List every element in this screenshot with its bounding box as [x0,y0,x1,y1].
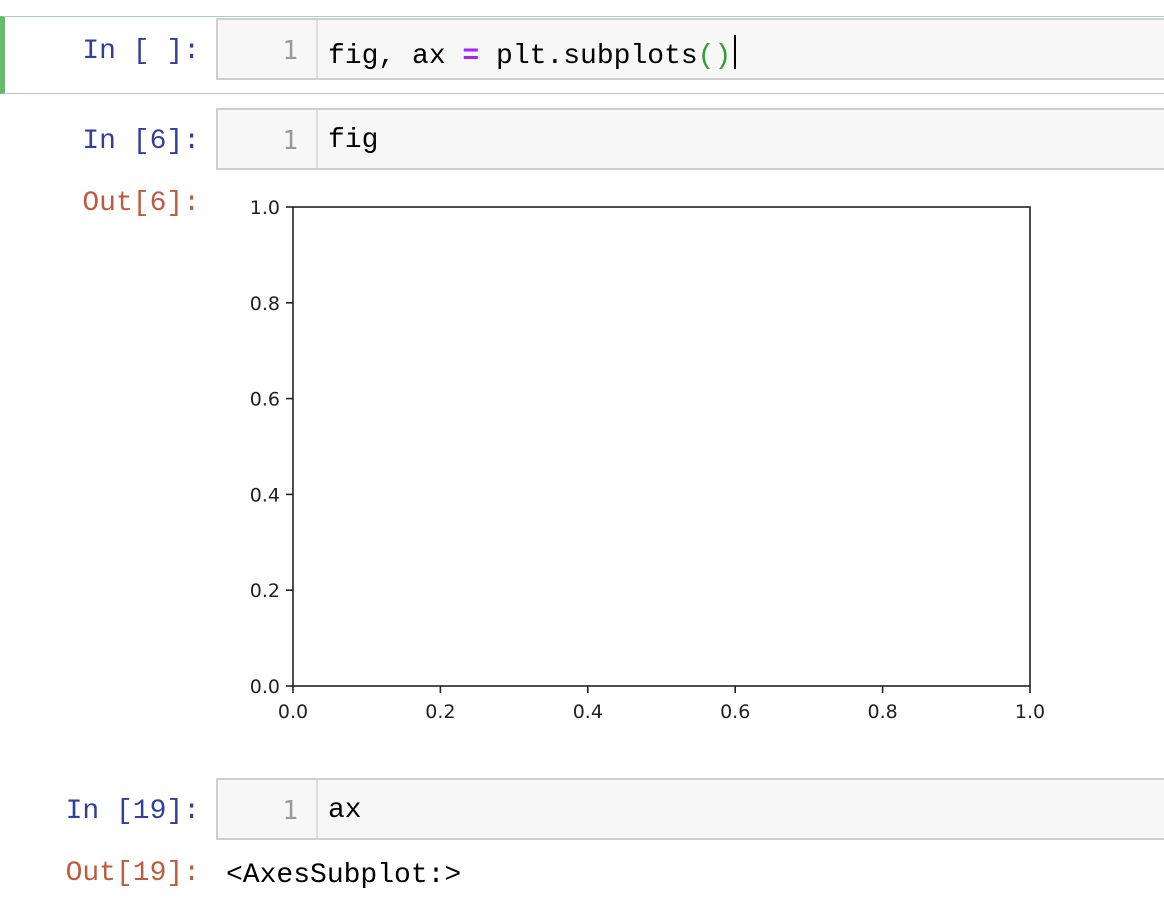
x-tick-label: 0.2 [425,701,455,723]
y-tick-label: 0.8 [250,293,280,315]
parentheses: () [697,41,732,72]
y-tick-label: 0.2 [250,580,280,602]
code-line[interactable]: fig [328,125,378,156]
line-number-gutter: 1 [218,780,318,838]
x-tick-label: 0.0 [278,701,308,723]
code-text: fig, ax [328,41,463,72]
x-tick-label: 0.4 [573,701,603,723]
line-number-gutter: 1 [218,20,318,78]
y-tick-label: 0.6 [250,389,280,411]
x-tick-label: 0.6 [720,701,750,723]
code-editor[interactable]: 1 fig [216,108,1164,170]
code-line[interactable]: ax [328,795,362,826]
input-prompt: In [6]: [82,126,200,157]
code-editor[interactable]: 1 fig, ax = plt.subplots() [216,18,1164,80]
line-number: 1 [282,36,298,66]
code-line[interactable]: fig, ax = plt.subplots() [328,35,737,72]
y-tick-label: 0.0 [250,676,280,698]
line-number-gutter: 1 [218,110,318,168]
axes: 0.0 0.2 0.4 0.6 0.8 1.0 0.0 0.2 0.4 0.6 0.8 1.0 [250,197,1045,723]
plot-area [292,206,1031,687]
output-text: <AxesSubplot:> [226,860,462,891]
input-prompt: In [19]: [65,796,200,827]
y-tick-label: 1.0 [250,197,280,219]
figure-output: 0.0 0.2 0.4 0.6 0.8 1.0 0.0 0.2 0.4 0.6 0.8 1.0 [250,197,1045,723]
code-text: fig [328,125,379,156]
assignment-operator: = [462,41,480,72]
line-number: 1 [282,126,298,156]
output-prompt: Out[6]: [82,188,200,219]
code-editor[interactable]: 1 ax [216,778,1164,840]
x-tick-label: 0.8 [867,701,897,723]
input-prompt: In [ ]: [82,36,200,67]
line-number: 1 [282,796,298,826]
code-text: plt.subplots [479,41,698,72]
x-tick-label: 1.0 [1015,701,1045,723]
output-prompt: Out[19]: [65,858,200,889]
y-tick-label: 0.4 [250,484,280,506]
text-cursor [734,35,737,69]
code-text: ax [328,795,362,826]
